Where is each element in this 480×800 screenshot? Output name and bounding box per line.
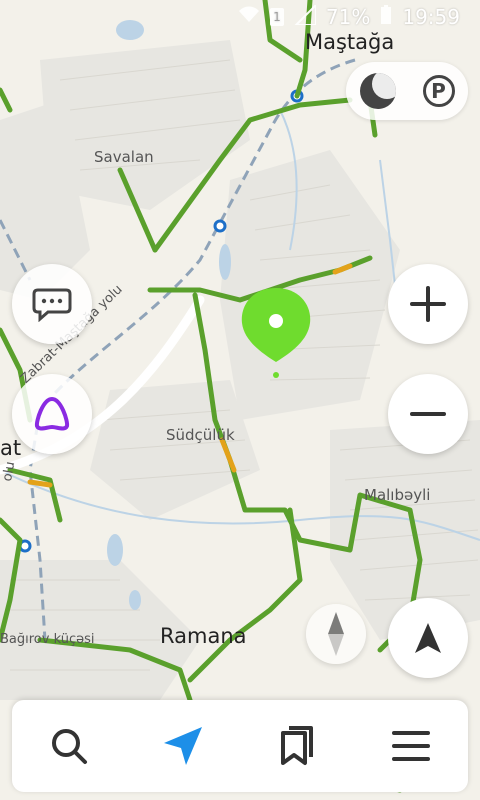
status-bar: 1 71% 19:59 xyxy=(0,0,480,34)
bottom-toolbar xyxy=(12,700,468,792)
navigation-arrow-icon xyxy=(415,623,441,653)
compass-button[interactable] xyxy=(306,604,366,664)
menu-icon xyxy=(392,731,430,761)
battery-icon xyxy=(380,4,392,30)
battery-percent: 71% xyxy=(325,5,371,29)
zoom-in-button[interactable] xyxy=(388,264,468,344)
my-location-button[interactable] xyxy=(388,598,468,678)
label-bagirov-street: Bağırov küçəsi xyxy=(0,632,95,647)
wifi-icon xyxy=(238,6,260,29)
menu-button[interactable] xyxy=(376,711,446,781)
minus-icon xyxy=(410,412,446,416)
compass-icon xyxy=(328,612,344,656)
chat-button[interactable] xyxy=(12,264,92,344)
search-icon xyxy=(52,729,87,764)
label-sudculuk: Südçülük xyxy=(166,426,235,444)
bookmarks-icon xyxy=(281,726,313,765)
navigation-button[interactable] xyxy=(148,711,218,781)
label-savalan: Savalan xyxy=(94,148,154,166)
chat-bubble-icon xyxy=(32,288,72,322)
label-ramana: Ramana xyxy=(160,624,247,648)
traffic-layer-icon[interactable] xyxy=(359,73,396,109)
signal-icon xyxy=(293,2,317,30)
parking-layer-button[interactable]: P xyxy=(422,75,455,107)
label-edge-at: at xyxy=(0,436,22,460)
sim-indicator: 1 xyxy=(269,8,284,26)
zoom-out-button[interactable] xyxy=(388,374,468,454)
navigation-icon xyxy=(164,727,202,765)
layers-control: P xyxy=(346,62,468,120)
alice-assistant-button[interactable] xyxy=(12,374,92,454)
clock: 19:59 xyxy=(402,5,460,29)
plus-icon xyxy=(410,286,446,322)
label-malibeyli: Malıbəyli xyxy=(364,486,431,504)
bookmarks-button[interactable] xyxy=(262,711,332,781)
search-button[interactable] xyxy=(34,711,104,781)
alice-assistant-icon xyxy=(34,397,70,431)
